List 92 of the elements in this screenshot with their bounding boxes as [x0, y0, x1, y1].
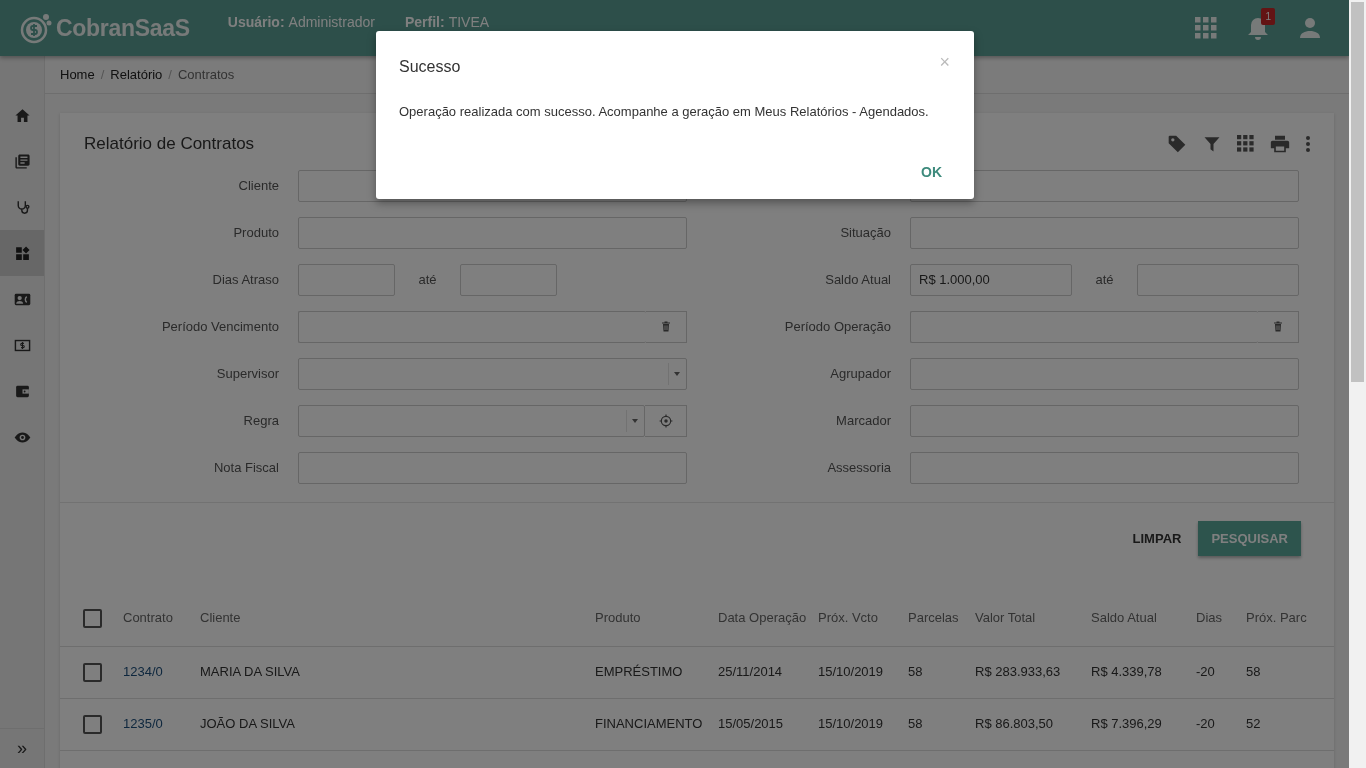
field-label: Marcador — [835, 411, 891, 430]
field-label: Saldo Atual — [824, 270, 891, 289]
target-icon — [658, 413, 673, 428]
table-cell: -20 — [1196, 716, 1215, 732]
dialog-message: Operação realizada com sucesso. Acompanhe a geração em Meus Relatórios - Agendados. — [399, 103, 930, 121]
table-cell: R$ 283.933,63 — [975, 664, 1061, 680]
breadcrumb-separator: / — [168, 65, 172, 84]
books-icon — [13, 152, 31, 170]
table-cell: 58 — [908, 716, 923, 732]
table-cell: R$ 7.396,29 — [1091, 716, 1162, 732]
clear-button[interactable]: LIMPAR — [1122, 522, 1192, 554]
range-start-field[interactable] — [298, 263, 395, 296]
apps-grid-icon[interactable] — [1195, 17, 1217, 39]
text-field[interactable] — [910, 216, 1299, 249]
table-cell: EMPRÉSTIMO — [595, 664, 683, 680]
table-cell: R$ 86.803,50 — [975, 716, 1054, 732]
user-avatar-icon[interactable] — [1299, 17, 1321, 39]
text-field[interactable] — [298, 216, 687, 249]
field-label: Período Vencimento — [160, 317, 279, 336]
search-button[interactable]: PESQUISAR — [1198, 520, 1301, 556]
print-icon[interactable] — [1270, 133, 1290, 154]
select-field[interactable] — [298, 404, 645, 437]
breadcrumb-link[interactable]: Relatório — [110, 64, 163, 85]
home-icon — [13, 106, 31, 124]
checkbox[interactable] — [83, 715, 102, 735]
dialog-title: Sucesso — [399, 57, 461, 77]
range-end-field[interactable] — [460, 263, 557, 296]
field-label: Período Operação — [783, 317, 891, 336]
table-cell: R$ 4.339,78 — [1091, 664, 1162, 680]
text-field[interactable] — [910, 451, 1299, 484]
column-header[interactable]: Data Operação — [718, 610, 807, 625]
notification-count: 1 — [1261, 8, 1275, 25]
text-field[interactable] — [298, 451, 687, 484]
table-cell: 15/10/2019 — [818, 664, 884, 680]
field-label: Situação — [839, 223, 891, 242]
table-cell: 52 — [1246, 716, 1261, 732]
column-header[interactable]: Cliente — [200, 610, 241, 625]
grid-icon[interactable] — [1237, 135, 1254, 153]
contract-link[interactable]: 1234/0 — [123, 664, 163, 680]
table-cell: 15/10/2019 — [818, 716, 884, 732]
profile-name: TIVEA — [448, 13, 490, 32]
field-label: Regra — [242, 411, 279, 430]
table-cell: 25/11/2014 — [718, 664, 783, 680]
column-header[interactable]: Próx. Vcto — [818, 610, 878, 625]
logo-icon — [20, 12, 52, 44]
text-field[interactable] — [910, 404, 1299, 437]
brand-name: CobranSaaS — [56, 13, 190, 43]
breadcrumb-separator: / — [100, 65, 105, 84]
range-start-field[interactable]: R$ 1.000,00 — [910, 263, 1072, 296]
field-label: Agrupador — [829, 364, 891, 383]
table-cell: FINANCIAMENTO — [595, 716, 703, 732]
table-cell: 58 — [908, 664, 923, 680]
expand-sidebar-button[interactable]: » — [0, 728, 44, 768]
field-label: Dias Atraso — [211, 270, 279, 289]
checkbox[interactable] — [83, 663, 102, 683]
contract-link[interactable]: 1235/0 — [123, 716, 163, 732]
column-header[interactable]: Saldo Atual — [1091, 610, 1157, 625]
column-header[interactable]: Produto — [595, 610, 641, 625]
range-separator: até — [1094, 270, 1115, 289]
table-cell: MARIA DA SILVA — [200, 664, 300, 680]
range-separator: até — [417, 270, 438, 289]
sidebar-item[interactable] — [0, 230, 44, 276]
column-header[interactable]: Próx. Parc — [1246, 610, 1307, 625]
profile-label: Perfil: — [404, 13, 445, 32]
column-header[interactable]: Dias — [1196, 610, 1222, 625]
breadcrumb-current: Contratos — [177, 65, 235, 84]
close-button[interactable]: × — [939, 53, 950, 71]
table-cell: 58 — [1246, 664, 1261, 680]
checkbox[interactable] — [83, 608, 102, 628]
table-cell: -20 — [1196, 664, 1215, 680]
field-label: Assessoria — [826, 458, 891, 477]
column-header[interactable]: Contrato — [123, 610, 173, 625]
table-cell: 15/05/2015 — [718, 716, 784, 732]
field-label: Produto — [232, 223, 279, 242]
field-label: Nota Fiscal — [212, 458, 279, 477]
column-header[interactable]: Valor Total — [975, 610, 1036, 625]
dashboard-icon — [13, 244, 31, 262]
table-cell: JOÃO DA SILVA — [200, 716, 295, 732]
select-field[interactable] — [298, 357, 687, 390]
field-label: Supervisor — [215, 364, 279, 383]
range-end-field[interactable] — [1137, 263, 1299, 296]
user-name: Administrador — [288, 13, 375, 32]
rule-action-button[interactable] — [645, 404, 687, 437]
user-label: Usuário: — [227, 13, 285, 32]
card-title: Relatório de Contratos — [84, 133, 255, 155]
breadcrumb-link[interactable]: Home — [60, 64, 95, 85]
text-field[interactable] — [910, 357, 1299, 390]
more-options-icon[interactable] — [1306, 135, 1310, 152]
column-header[interactable]: Parcelas — [908, 610, 959, 625]
ok-button[interactable]: OK — [911, 155, 952, 189]
field-label: Cliente — [237, 176, 279, 195]
tag-icon[interactable] — [1167, 133, 1187, 154]
